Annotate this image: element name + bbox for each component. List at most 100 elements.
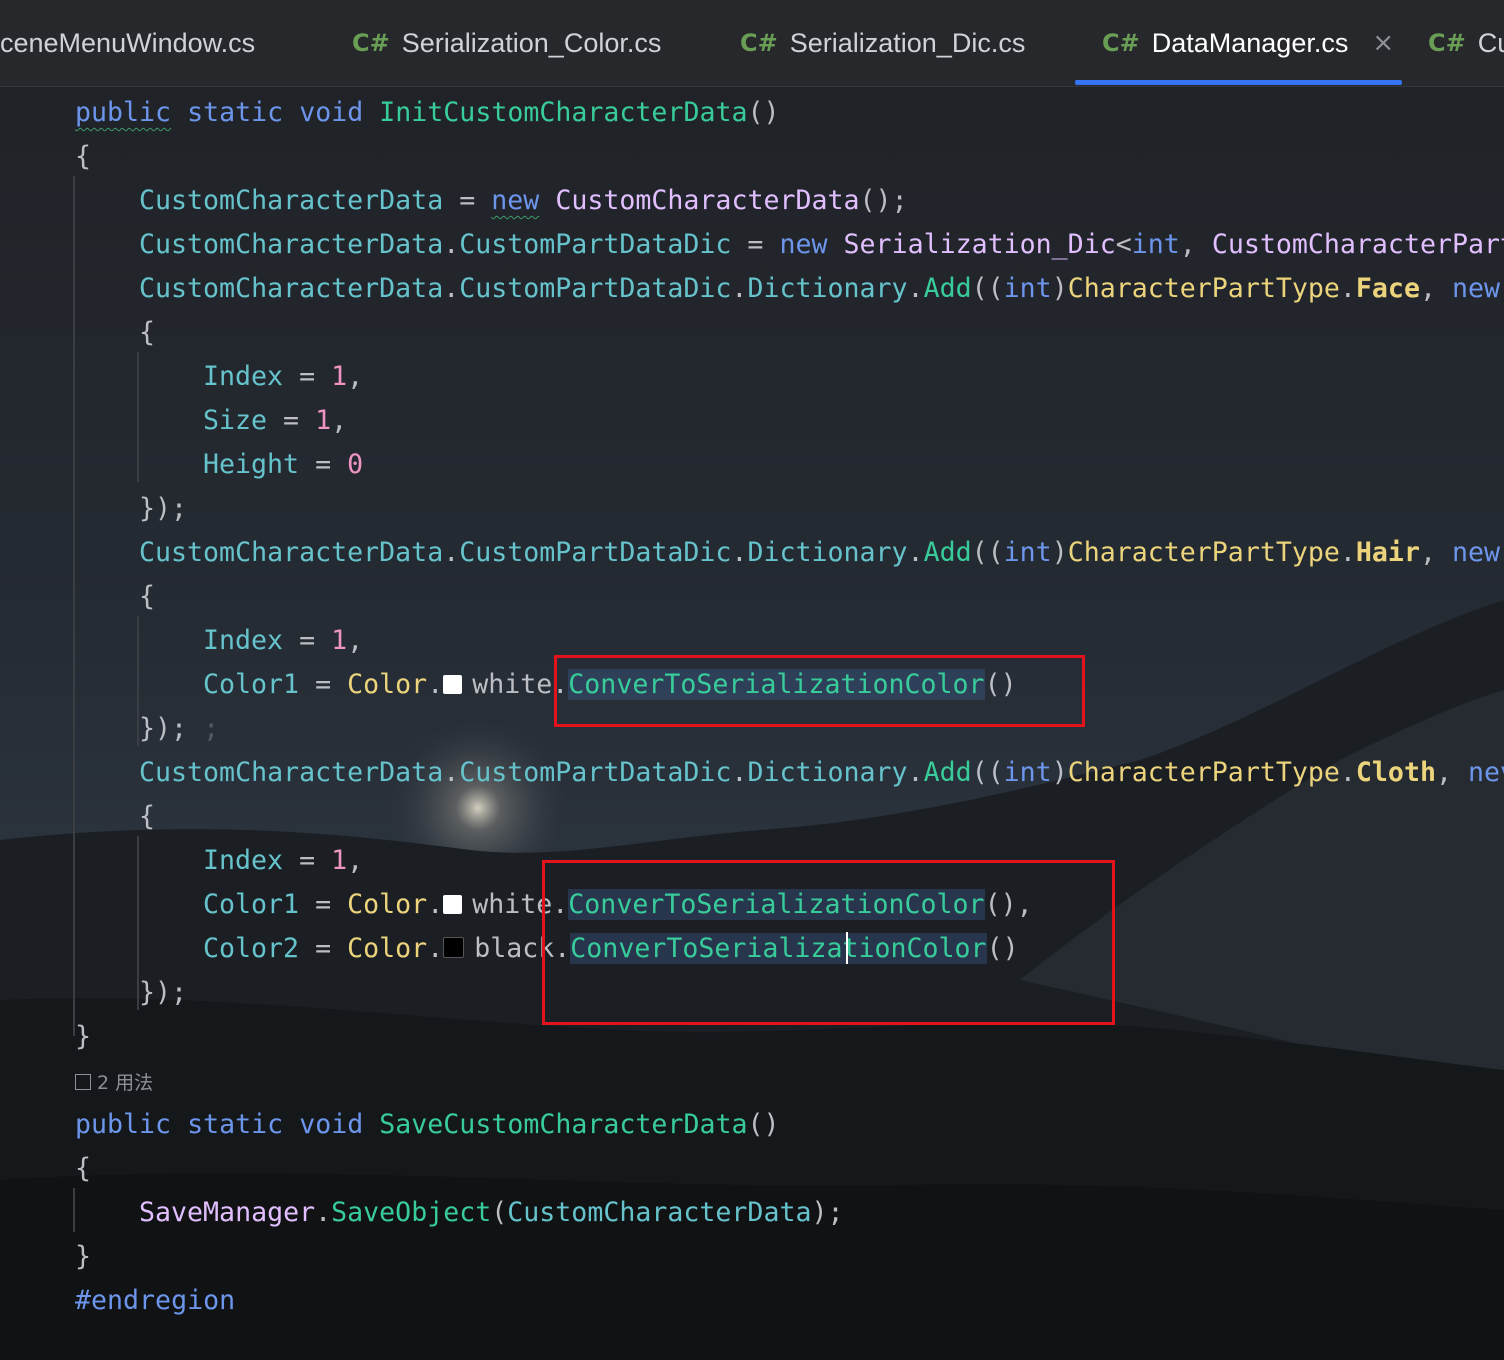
new-keyword: new: [779, 229, 828, 260]
field-name: Size: [203, 405, 268, 436]
punctuation: =: [443, 185, 492, 216]
void-keyword: void: [299, 1109, 364, 1140]
code-line-add-hair[interactable]: CustomCharacterData.CustomPartDataDic.Di…: [139, 531, 1500, 575]
type-name: Serialization_Dic: [843, 229, 1116, 260]
code-line-open-brace[interactable]: {: [75, 135, 91, 179]
punctuation: ,: [1419, 273, 1452, 304]
punctuation: .: [427, 933, 444, 964]
punctuation: }: [75, 1021, 92, 1052]
active-tab-indicator: [1075, 80, 1402, 85]
punctuation: });: [139, 713, 188, 744]
indent-guide: [73, 176, 75, 1036]
tab-data-manager[interactable]: C# DataManager.cs ×: [1102, 0, 1394, 86]
punctuation: =: [283, 845, 332, 876]
punctuation: .: [443, 229, 460, 260]
usages-code-vision-hint[interactable]: 2 用法: [75, 1068, 153, 1098]
type-name: CustomCharacterPart: [1211, 229, 1504, 260]
punctuation: ();: [859, 185, 908, 216]
code-line-index[interactable]: Index = 1,: [203, 619, 363, 663]
code-line-method-signature[interactable]: public static void SaveCustomCharacterDa…: [75, 1103, 780, 1147]
method-name: InitCustomCharacterData: [379, 97, 748, 128]
code-line-endregion[interactable]: #endregion: [75, 1279, 235, 1323]
code-line-close-call[interactable]: });: [139, 487, 187, 531]
field-name: CustomPartDataDic: [459, 229, 732, 260]
punctuation: ,: [1419, 537, 1452, 568]
tab-label: ceneMenuWindow.cs: [0, 27, 256, 58]
field-name: Color1: [203, 889, 300, 920]
csharp-file-icon: C#: [740, 29, 778, 57]
punctuation: {: [75, 1153, 92, 1184]
code-line-close-call[interactable]: });: [139, 971, 187, 1015]
new-keyword: new: [1451, 537, 1501, 568]
int-keyword: int: [1131, 229, 1180, 260]
void-keyword: void: [299, 97, 364, 128]
white-color-swatch-icon[interactable]: [443, 895, 463, 914]
punctuation: =: [283, 361, 332, 392]
punctuation: .: [907, 273, 924, 304]
punctuation: =: [731, 229, 780, 260]
code-line-save-call[interactable]: SaveManager.SaveObject(CustomCharacterDa…: [139, 1191, 844, 1235]
punctuation: ): [1051, 537, 1068, 568]
method-call: Add: [923, 757, 972, 788]
punctuation: (: [491, 1197, 508, 1228]
code-line-open-brace[interactable]: {: [139, 795, 155, 839]
static-keyword: static: [187, 1109, 284, 1140]
annotation-box-hair-color: [554, 655, 1085, 727]
punctuation: {: [139, 317, 156, 348]
close-tab-icon[interactable]: ×: [1372, 28, 1394, 58]
punctuation: ((: [971, 273, 1004, 304]
black-color-swatch-icon[interactable]: [443, 937, 465, 958]
field-name: Color2: [203, 933, 300, 964]
tab-label: Serialization_Dic.cs: [789, 27, 1026, 58]
field-name: Index: [203, 625, 284, 656]
code-line-add-face[interactable]: CustomCharacterData.CustomPartDataDic.Di…: [139, 267, 1500, 311]
punctuation: .: [731, 537, 748, 568]
code-line-init-dic[interactable]: CustomCharacterData.CustomPartDataDic = …: [139, 223, 1504, 267]
int-keyword: int: [1003, 757, 1052, 788]
punctuation: .: [427, 889, 444, 920]
code-line-open-brace[interactable]: {: [139, 575, 155, 619]
code-line-open-brace[interactable]: {: [139, 311, 155, 355]
preprocessor-directive: #endregion: [75, 1285, 236, 1316]
code-line-close-brace[interactable]: }: [75, 1015, 91, 1059]
code-line-close-brace[interactable]: }: [75, 1235, 91, 1279]
punctuation: .: [907, 537, 924, 568]
tab-scene-menu-window[interactable]: ceneMenuWindow.cs: [0, 0, 255, 86]
punctuation: });: [139, 977, 188, 1008]
tab-serialization-dic[interactable]: C# Serialization_Dic.cs: [740, 0, 1025, 86]
field-name: Color1: [203, 669, 300, 700]
field-name: Index: [203, 845, 284, 876]
code-line-index[interactable]: Index = 1,: [203, 839, 363, 883]
code-line-method-signature[interactable]: public static void InitCustomCharacterDa…: [75, 91, 780, 135]
code-line-index[interactable]: Index = 1,: [203, 355, 363, 399]
csharp-file-icon: C#: [352, 29, 390, 57]
punctuation: =: [299, 933, 348, 964]
type-name: SaveManager: [139, 1197, 316, 1228]
enum-type: CharacterPartType: [1067, 273, 1340, 304]
public-keyword: public: [75, 1109, 172, 1140]
color-member: white: [472, 669, 553, 700]
int-keyword: int: [1003, 273, 1052, 304]
csharp-file-icon: C#: [1102, 29, 1140, 57]
punctuation: .: [443, 273, 460, 304]
code-line-init-data[interactable]: CustomCharacterData = new CustomCharacte…: [139, 179, 908, 223]
field-name: CustomCharacterData: [139, 537, 444, 568]
enum-type: CharacterPartType: [1067, 537, 1340, 568]
code-line-size[interactable]: Size = 1,: [203, 399, 347, 443]
punctuation: ,: [347, 625, 364, 656]
punctuation: }: [75, 1241, 92, 1272]
punctuation: ((: [971, 757, 1004, 788]
code-line-close-call[interactable]: }); ;: [139, 707, 219, 751]
indent-guide: [73, 1188, 75, 1232]
punctuation: ,: [347, 361, 364, 392]
tab-serialization-color[interactable]: C# Serialization_Color.cs: [352, 0, 661, 86]
type-name: Color: [347, 669, 428, 700]
field-name: Index: [203, 361, 284, 392]
code-line-open-brace[interactable]: {: [75, 1147, 91, 1191]
type-name: Color: [347, 933, 428, 964]
code-line-add-cloth[interactable]: CustomCharacterData.CustomPartDataDic.Di…: [139, 751, 1504, 795]
code-line-height[interactable]: Height = 0: [203, 443, 363, 487]
field-name: CustomCharacterData: [507, 1197, 812, 1228]
tab-custom-overflow[interactable]: C# Cus: [1428, 0, 1504, 86]
white-color-swatch-icon[interactable]: [443, 675, 463, 694]
